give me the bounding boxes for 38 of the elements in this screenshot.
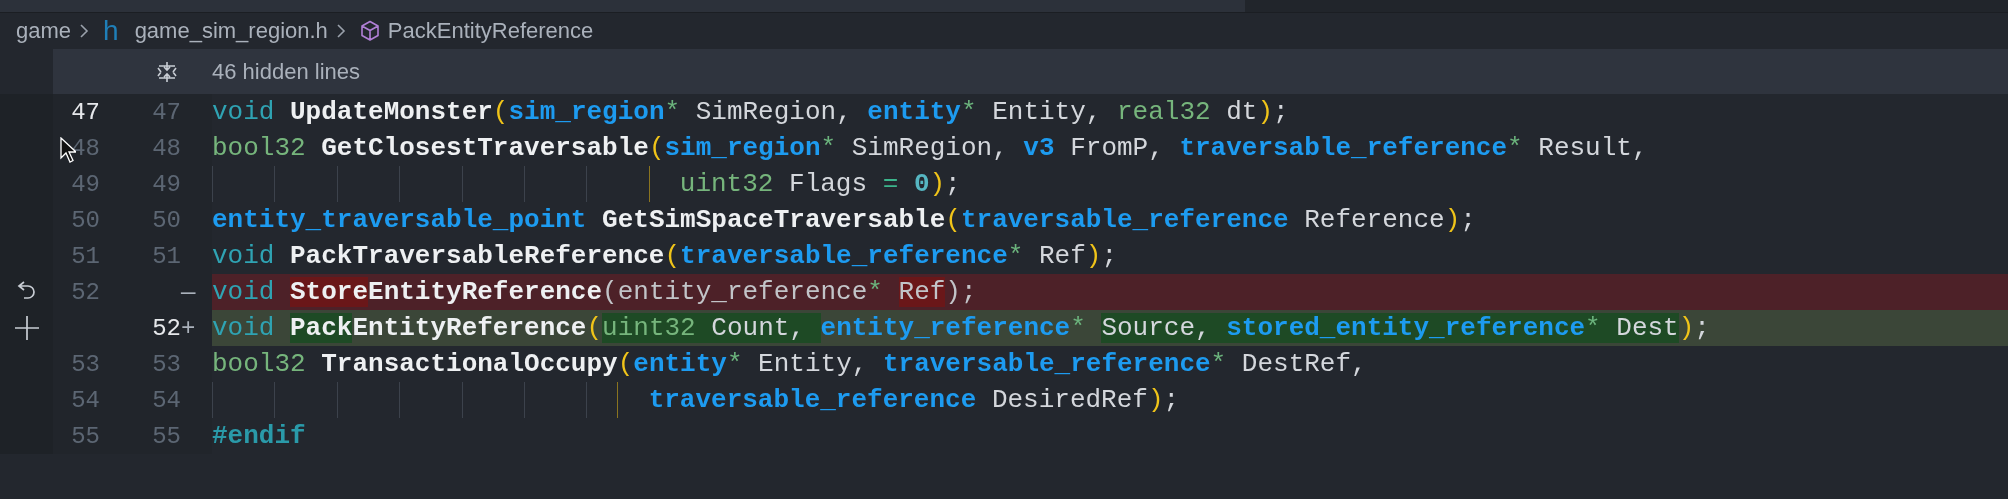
header-file-icon: h [103, 15, 119, 47]
code-line: entity_traversable_point GetSimSpaceTraversable(traversable_reference Reference); [212, 204, 1477, 237]
line-number: 49 [152, 170, 181, 198]
line-number: 54 [71, 386, 100, 414]
hidden-lines-label[interactable]: 46 hidden lines [212, 58, 360, 85]
line-number: 55 [71, 422, 100, 450]
code-line: void UpdateMonster(sim_region* SimRegion, entity* Entity, real32 dt); [212, 96, 1290, 129]
line-number: 55 [152, 422, 181, 450]
line-number: 52 [71, 278, 100, 306]
code-line: #endif [212, 420, 307, 453]
line-number: 50 [71, 206, 100, 234]
line-number: 47 [152, 98, 181, 126]
line-number: 54 [152, 386, 181, 414]
diff-marker: + [181, 314, 196, 342]
chevron-icon [79, 23, 90, 39]
line-number: 53 [152, 350, 181, 378]
diff-marker: — [181, 278, 196, 306]
line-number: 52 [152, 314, 181, 342]
line-number: 49 [71, 170, 100, 198]
line-number: 53 [71, 350, 100, 378]
line-number: 51 [71, 242, 100, 270]
line-number: 47 [71, 98, 100, 126]
line-number: 48 [152, 134, 181, 162]
breadcrumb-item[interactable]: game_sim_region.h [134, 18, 328, 44]
code-line: traversable_reference DesiredRef); [212, 382, 2008, 418]
code-line: uint32 Flags = 0); [212, 166, 2008, 202]
breadcrumb-item[interactable]: PackEntityReference [387, 18, 594, 44]
chevron-icon [335, 23, 346, 39]
line-number: 50 [152, 206, 181, 234]
code-line: void PackTraversableReference(traversable_reference* Ref); [212, 240, 1118, 273]
code-line: bool32 GetClosestTraversable(sim_region* SimRegion, v3 FromP, traversable_reference* Result, [212, 132, 1649, 165]
unfold-icon[interactable] [155, 59, 179, 84]
code-line: bool32 TransactionalOccupy(entity* Entity, traversable_reference* DestRef, [212, 348, 1368, 381]
line-number: 51 [152, 242, 181, 270]
line-number: 48 [71, 134, 100, 162]
plus-icon[interactable] [12, 314, 41, 342]
breadcrumb-item[interactable]: game [16, 18, 72, 44]
cube-icon [359, 20, 380, 42]
